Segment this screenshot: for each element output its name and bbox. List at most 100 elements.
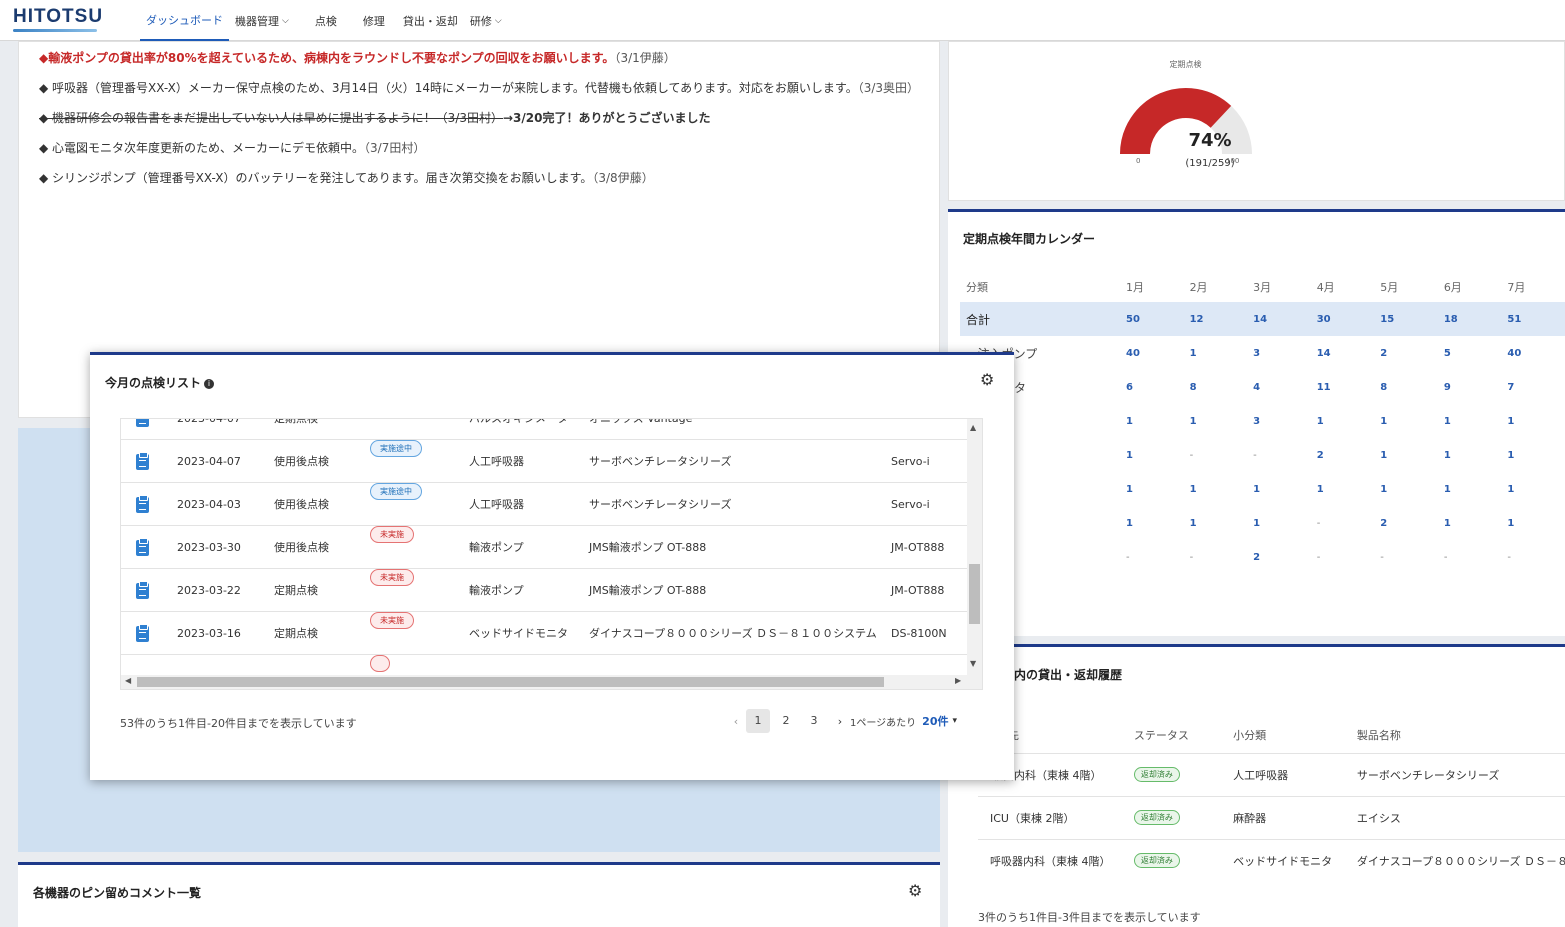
gear-icon[interactable]: ⚙	[980, 370, 994, 389]
calendar-cell[interactable]: 12	[1183, 302, 1248, 336]
calendar-cell[interactable]: -	[1184, 438, 1248, 472]
scroll-left-icon[interactable]: ◀	[125, 676, 131, 685]
vertical-scrollbar[interactable]: ▲ ▼	[967, 419, 982, 677]
calendar-cell[interactable]: 1	[1311, 404, 1375, 438]
calendar-cell[interactable]: 1	[1374, 472, 1438, 506]
calendar-cell[interactable]: 1	[1120, 506, 1184, 540]
calendar-cell[interactable]: 3	[1247, 336, 1311, 370]
calendar-cell[interactable]: 14	[1311, 336, 1375, 370]
calendar-cell[interactable]: 2	[1311, 438, 1375, 472]
clipboard-icon[interactable]	[136, 452, 149, 470]
calendar-cell[interactable]: 1	[1184, 472, 1248, 506]
calendar-cell[interactable]: -	[1311, 506, 1375, 540]
clipboard-icon[interactable]	[136, 495, 149, 513]
scrollbar-thumb[interactable]	[969, 564, 980, 624]
table-row[interactable]	[121, 655, 969, 677]
nav-training[interactable]: 研修 ⌵	[464, 0, 508, 41]
table-row[interactable]: 具111-211	[960, 506, 1565, 540]
calendar-cell[interactable]: 6	[1120, 370, 1184, 404]
calendar-cell[interactable]: 5	[1438, 336, 1502, 370]
nav-dashboard[interactable]: ダッシュボード	[140, 0, 229, 41]
calendar-cell[interactable]: 40	[1501, 336, 1565, 370]
calendar-cell[interactable]: 3	[1247, 404, 1311, 438]
calendar-cell[interactable]: -	[1438, 540, 1502, 574]
table-row[interactable]: 呼吸器内科（東棟 4階） 返却済み ベッドサイドモニタ ダイナスコープ８０００シ…	[978, 838, 1565, 882]
calendar-cell[interactable]: 2	[1374, 336, 1438, 370]
clipboard-icon[interactable]	[136, 624, 149, 642]
chevron-down-icon[interactable]: ▾	[952, 716, 957, 726]
next-page-button[interactable]: ›	[830, 715, 850, 728]
clipboard-icon[interactable]	[136, 581, 149, 599]
nav-equipment[interactable]: 機器管理 ⌵	[229, 0, 295, 41]
scroll-right-icon[interactable]: ▶	[955, 676, 961, 685]
calendar-cell[interactable]: 8	[1184, 370, 1248, 404]
calendar-cell[interactable]: 1	[1184, 336, 1248, 370]
calendar-cell[interactable]: 1	[1501, 438, 1565, 472]
table-row[interactable]: 情報モニタ68411897	[960, 370, 1565, 404]
calendar-cell[interactable]: 1	[1120, 404, 1184, 438]
gear-icon[interactable]: ⚙	[908, 881, 922, 900]
table-row[interactable]: 合計 50 12 14 30 15 18 51	[960, 302, 1565, 336]
calendar-cell[interactable]: 2	[1247, 540, 1311, 574]
calendar-cell[interactable]: -	[1184, 540, 1248, 574]
calendar-cell[interactable]: 1	[1501, 404, 1565, 438]
table-row[interactable]: ⌵注入ポンプ4013142540	[960, 336, 1565, 370]
calendar-cell[interactable]: 14	[1247, 302, 1311, 336]
calendar-cell[interactable]: 1	[1438, 506, 1502, 540]
calendar-cell[interactable]: 18	[1437, 302, 1502, 336]
per-page-select[interactable]: 20件	[922, 713, 948, 729]
calendar-cell[interactable]: 40	[1120, 336, 1184, 370]
calendar-cell[interactable]: 15	[1374, 302, 1438, 336]
table-row[interactable]: --2----	[960, 540, 1565, 574]
table-row[interactable]: 2023-04-07定期点検パルスオキシメータオニックス Vantage未実施	[121, 419, 969, 440]
clipboard-icon[interactable]	[136, 538, 149, 556]
table-row[interactable]: 呼吸器1--2111	[960, 438, 1565, 472]
calendar-cell[interactable]: 1	[1438, 438, 1502, 472]
nav-loan-return[interactable]: 貸出・返却	[397, 0, 464, 41]
calendar-cell[interactable]: 7	[1501, 370, 1565, 404]
page-button-3[interactable]: 3	[802, 709, 826, 733]
calendar-cell[interactable]: 1	[1120, 472, 1184, 506]
app-logo[interactable]: HITOTSU	[13, 6, 103, 28]
horizontal-scrollbar[interactable]: ◀ ▶	[121, 675, 982, 689]
table-row[interactable]: 2023-03-16 定期点検 ベッドサイドモニタ ダイナスコープ８０００シリーズ Ｄ…	[121, 612, 969, 655]
calendar-cell[interactable]: 1	[1374, 404, 1438, 438]
calendar-cell[interactable]: 11	[1311, 370, 1375, 404]
calendar-cell[interactable]: 1	[1438, 472, 1502, 506]
calendar-cell[interactable]: 51	[1501, 302, 1565, 336]
table-row[interactable]: 2023-04-03 使用後点検 人工呼吸器 サーボベンチレータシリーズ Servo-i…	[121, 483, 969, 526]
scrollbar-thumb[interactable]	[137, 677, 884, 687]
page-button-2[interactable]: 2	[774, 709, 798, 733]
calendar-cell[interactable]: 30	[1310, 302, 1375, 336]
table-row[interactable]: 器1131111	[960, 404, 1565, 438]
table-row[interactable]: 2023-03-22 定期点検 輸液ポンプ JMS輸液ポンプ OT-888 JM-OT8…	[121, 569, 969, 612]
calendar-cell[interactable]: 1	[1501, 506, 1565, 540]
calendar-cell[interactable]: 1	[1438, 404, 1502, 438]
calendar-cell[interactable]: -	[1120, 540, 1184, 574]
calendar-cell[interactable]: 1	[1311, 472, 1375, 506]
prev-page-button[interactable]: ‹	[726, 715, 746, 728]
calendar-cell[interactable]: 9	[1438, 370, 1502, 404]
clipboard-icon[interactable]	[136, 419, 149, 427]
calendar-cell[interactable]: -	[1374, 540, 1438, 574]
info-icon[interactable]: i	[204, 378, 215, 389]
calendar-cell[interactable]: 2	[1374, 506, 1438, 540]
nav-inspection[interactable]: 点検	[309, 0, 343, 41]
calendar-cell[interactable]: 1	[1247, 506, 1311, 540]
calendar-cell[interactable]: 1	[1184, 404, 1248, 438]
table-row[interactable]: 器1111111	[960, 472, 1565, 506]
calendar-cell[interactable]: 1	[1184, 506, 1248, 540]
scroll-up-icon[interactable]: ▲	[970, 423, 976, 432]
calendar-cell[interactable]: -	[1311, 540, 1375, 574]
calendar-cell[interactable]: -	[1501, 540, 1565, 574]
page-button-1[interactable]: 1	[746, 709, 770, 733]
table-row[interactable]: 2023-04-07 使用後点検 人工呼吸器 サーボベンチレータシリーズ Servo-i…	[121, 440, 969, 483]
calendar-cell[interactable]: 4	[1247, 370, 1311, 404]
calendar-cell[interactable]: 1	[1374, 438, 1438, 472]
table-row[interactable]: 2023-03-30 使用後点検 輸液ポンプ JMS輸液ポンプ OT-888 JM-OT…	[121, 526, 969, 569]
table-row[interactable]: ICU（東棟 2階） 返却済み 麻酔器 エイシス	[978, 795, 1565, 839]
calendar-cell[interactable]: 1	[1247, 472, 1311, 506]
calendar-cell[interactable]: 1	[1501, 472, 1565, 506]
calendar-cell[interactable]: 1	[1120, 438, 1184, 472]
table-row[interactable]: 吸器内科（東棟 4階） 返却済み 人工呼吸器 サーボベンチレータシリーズ	[978, 752, 1565, 796]
